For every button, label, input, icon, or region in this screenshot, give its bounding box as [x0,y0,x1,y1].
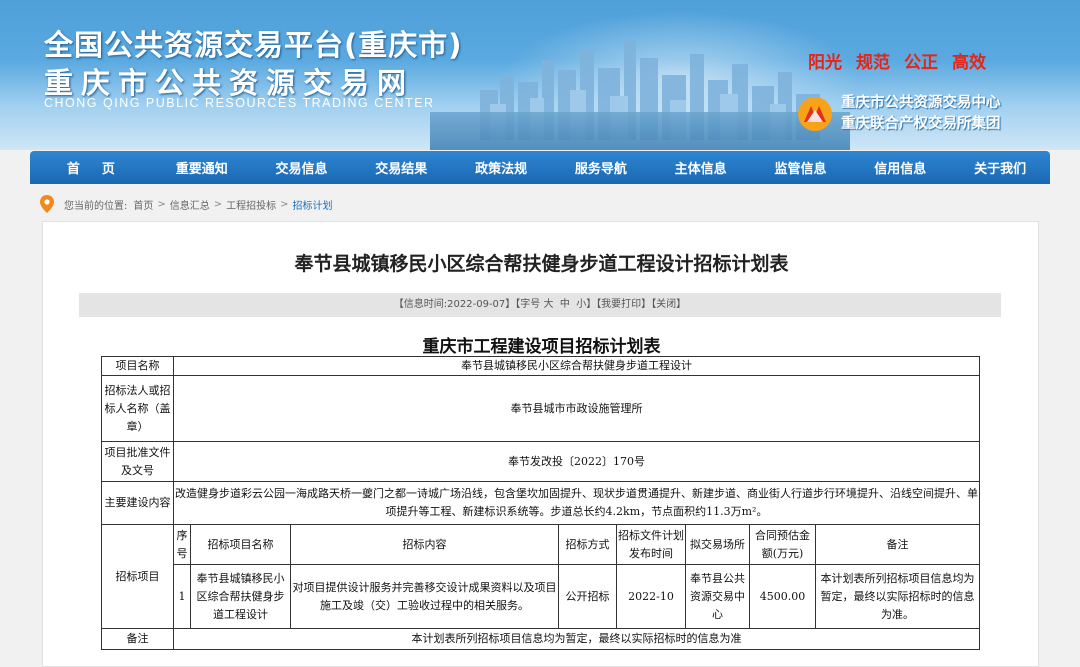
nav-item-supervision[interactable]: 监管信息 [751,158,851,177]
header-content: 招标内容 [290,524,559,565]
slogan-item: 公正 [904,53,938,73]
content-label: 主要建设内容 [101,481,174,525]
font-size-medium-button[interactable]: 中 [560,299,570,310]
nav-item-trade-info[interactable]: 交易信息 [252,158,352,177]
breadcrumb: 您当前的位置: 首页 > 信息汇总 > 工程招投标 > 招标计划 [40,194,333,214]
table-row: 项目批准文件及文号 奉节发改投〔2022〕170号 [101,441,980,482]
font-size-prefix: 【字号 [515,299,544,310]
breadcrumb-home[interactable]: 首页 [133,197,153,212]
breadcrumb-current[interactable]: 招标计划 [293,197,333,212]
river-water [430,112,850,150]
content-panel: 奉节县城镇移民小区综合帮扶健身步道工程设计招标计划表 【信息时间:2022-09… [42,221,1039,667]
org-name-center: 重庆市公共资源交易中心 [841,95,1001,111]
font-size-small-button[interactable]: 小 [576,299,586,310]
article-info-bar: 【信息时间:2022-09-07】【字号 大 中 小】【我要打印】【关闭】 [79,293,1001,317]
print-button[interactable]: 【我要打印】 [596,299,651,310]
project-name-label: 项目名称 [101,356,174,376]
org-names: 重庆市公共资源交易中心 重庆联合产权交易所集团 [841,93,1001,135]
close-button[interactable]: 【关闭】 [651,299,686,310]
remark-value: 本计划表所列招标项目信息均为暂定，最终以实际招标时的信息为准 [173,628,980,650]
nav-item-notices[interactable]: 重要通知 [152,158,252,177]
header-method: 招标方式 [558,524,617,565]
article-title: 奉节县城镇移民小区综合帮扶健身步道工程设计招标计划表 [294,253,789,275]
org-name-group: 重庆联合产权交易所集团 [841,116,1001,132]
row-method: 公开招标 [558,564,617,629]
header-publish-time: 招标文件计划发布时间 [616,524,686,565]
slogan-item: 规范 [856,53,890,73]
table-row: 项目名称 奉节县城镇移民小区综合帮扶健身步道工程设计 [101,356,980,376]
tenderer-value: 奉节县城市市政设施管理所 [173,375,980,442]
nav-item-credit[interactable]: 信用信息 [850,158,950,177]
table-row: 备注 本计划表所列招标项目信息均为暂定，最终以实际招标时的信息为准 [101,628,980,650]
row-amount: 4500.00 [749,564,816,629]
remark-label: 备注 [101,628,174,650]
info-time: 【信息时间:2022-09-07】 [393,299,516,310]
breadcrumb-separator: > [213,198,223,210]
breadcrumb-separator: > [280,198,289,210]
breadcrumb-bidding[interactable]: 工程招投标 [226,197,276,212]
table-row: 招标项目 序号 招标项目名称 招标内容 招标方式 招标文件计划发布时间 拟交易场… [101,524,980,629]
row-remark: 本计划表所列招标项目信息均为暂定，最终以实际招标时的信息为准。 [815,564,980,629]
table-row: 主要建设内容 改造健身步道彩云公园一海成路天桥一夔门之都一诗城广场沿线，包含堡坎… [101,481,980,525]
breadcrumb-prefix: 您当前的位置: [64,200,128,212]
content-value: 改造健身步道彩云公园一海成路天桥一夔门之都一诗城广场沿线，包含堡坎加固提升、现状… [173,481,980,525]
main-nav: 首页 重要通知 交易信息 交易结果 政策法规 服务导航 主体信息 监管信息 信用… [30,151,1050,184]
nav-item-trade-results[interactable]: 交易结果 [351,158,451,177]
location-pin-icon [40,195,54,213]
header-banner: 全国公共资源交易平台(重庆市) 重庆市公共资源交易网 CHONG QING PU… [0,0,1080,150]
tenderer-label: 招标法人或招标人名称（盖章） [101,375,174,442]
header-no: 序号 [173,524,191,565]
approval-value: 奉节发改投〔2022〕170号 [173,441,980,482]
site-title: 全国公共资源交易平台(重庆市) [44,28,463,62]
slogan-item: 阳光 [808,53,842,73]
bidding-plan-table: 项目名称 奉节县城镇移民小区综合帮扶健身步道工程设计 招标法人或招标人名称（盖章… [101,356,980,650]
approval-label: 项目批准文件及文号 [101,441,174,482]
breadcrumb-info-summary[interactable]: 信息汇总 [170,197,210,212]
font-size-suffix: 】 [586,299,597,310]
nav-item-policies[interactable]: 政策法规 [451,158,551,177]
project-name-value: 奉节县城镇移民小区综合帮扶健身步道工程设计 [173,356,980,376]
nav-item-service-guide[interactable]: 服务导航 [551,158,651,177]
header-amount: 合同预估金额(万元) [749,524,816,565]
items-label: 招标项目 [101,524,174,629]
breadcrumb-separator: > [157,198,166,210]
row-venue: 奉节县公共资源交易中心 [685,564,750,629]
nav-item-home[interactable]: 首页 [30,158,152,177]
header-name: 招标项目名称 [190,524,291,565]
site-title-english: CHONG QING PUBLIC RESOURCES TRADING CENT… [44,96,435,110]
header-venue: 拟交易场所 [685,524,750,565]
row-content: 对项目提供设计服务并完善移交设计成果资料以及项目施工及竣（交）工验收过程中的相关… [290,564,559,629]
table-row: 招标法人或招标人名称（盖章） 奉节县城市市政设施管理所 [101,375,980,442]
nav-item-about[interactable]: 关于我们 [950,158,1050,177]
table-row: 1 奉节县城镇移民小区综合帮扶健身步道工程设计 对项目提供设计服务并完善移交设计… [102,564,980,629]
slogans: 阳光 规范 公正 高效 [808,48,986,73]
org-logo-icon [798,97,832,131]
slogan-item: 高效 [952,53,986,73]
row-name: 奉节县城镇移民小区综合帮扶健身步道工程设计 [190,564,291,629]
nav-item-entity-info[interactable]: 主体信息 [651,158,751,177]
table-title: 重庆市工程建设项目招标计划表 [422,337,661,357]
header-remark: 备注 [815,524,980,565]
row-no: 1 [173,564,191,629]
row-publish-time: 2022-10 [616,564,686,629]
font-size-large-button[interactable]: 大 [543,299,553,310]
